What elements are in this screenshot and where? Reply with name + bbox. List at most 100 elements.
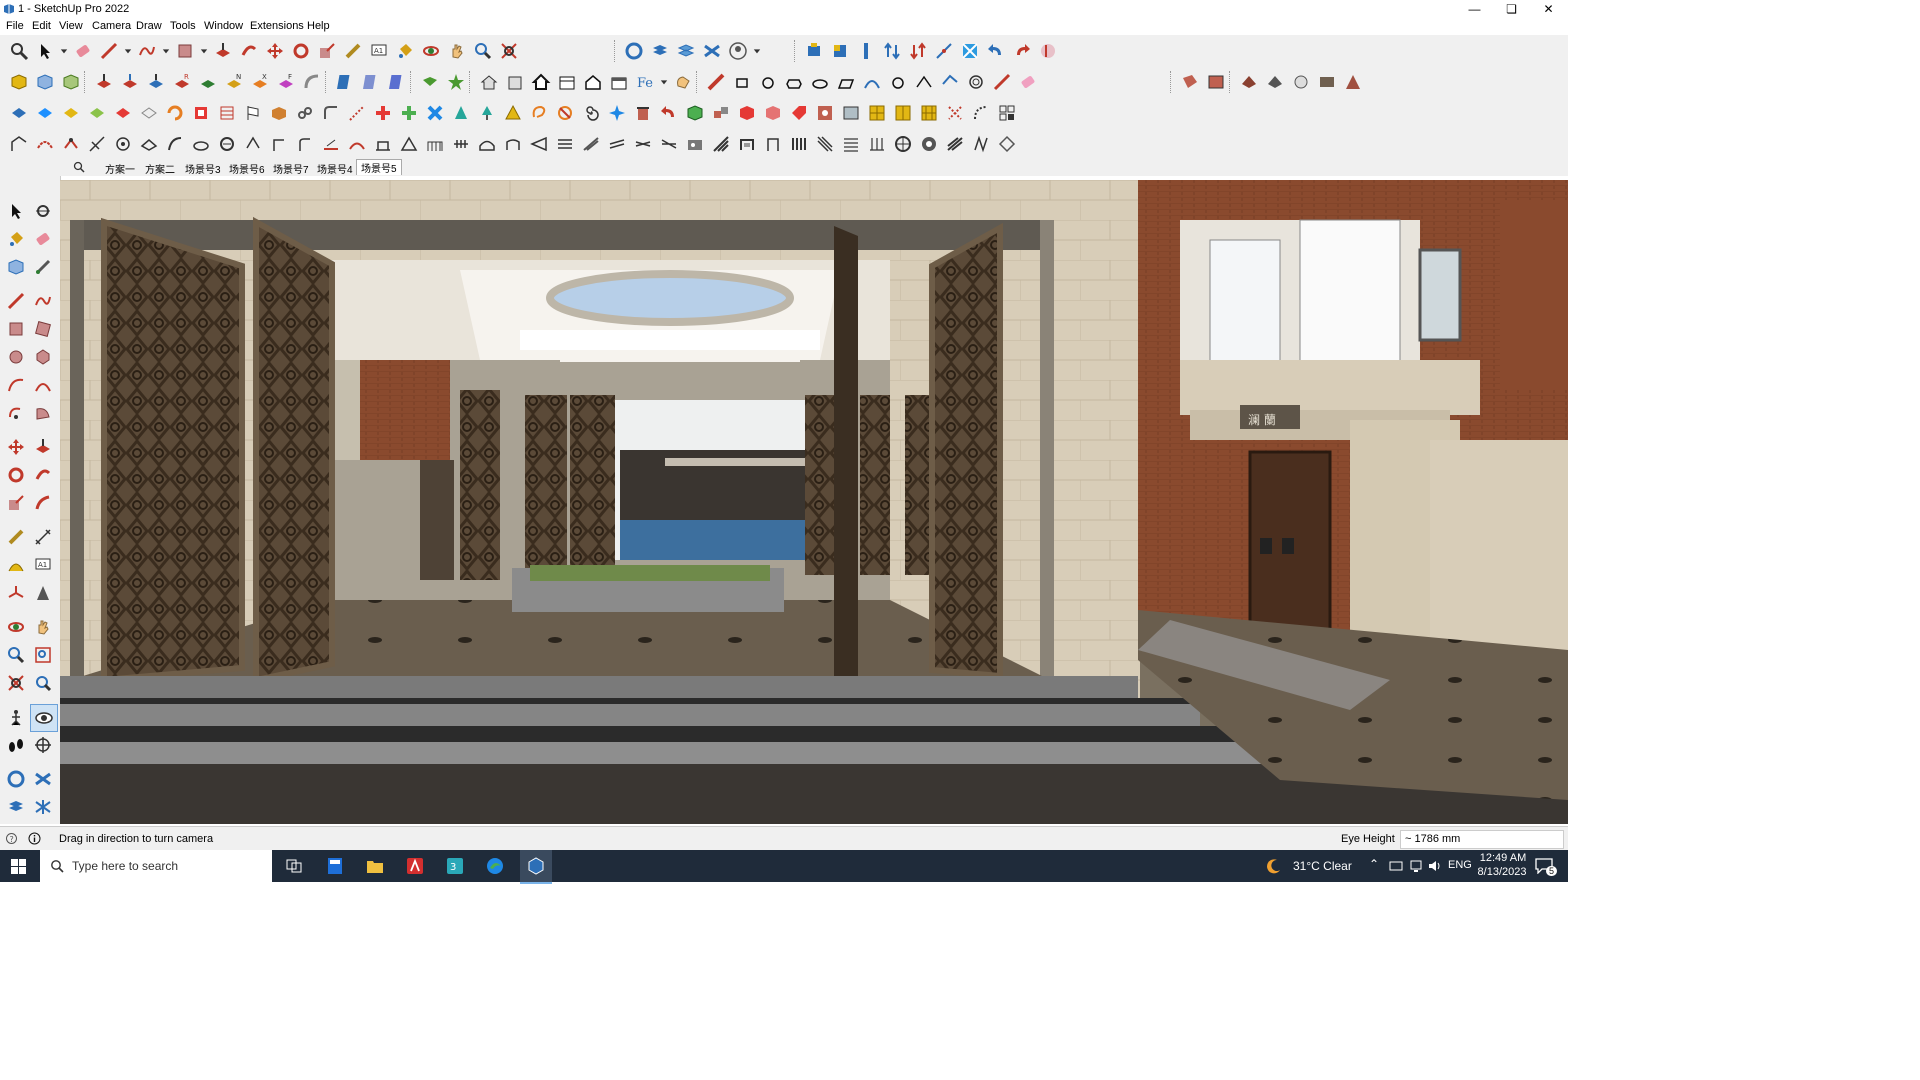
stack-tool-icon[interactable]: [853, 38, 879, 64]
material-b-icon[interactable]: [1203, 69, 1229, 95]
profile-1-icon[interactable]: [6, 131, 32, 157]
dropdown-arrow-icon[interactable]: [122, 38, 134, 64]
align-up-icon[interactable]: [879, 38, 905, 64]
face-cyan-icon[interactable]: [32, 100, 58, 126]
extension-push-r-icon[interactable]: R: [169, 69, 195, 95]
3d-text-icon[interactable]: [30, 580, 56, 606]
window-grid-a-icon[interactable]: [864, 100, 890, 126]
align-down-icon[interactable]: [905, 38, 931, 64]
rotate-icon[interactable]: [288, 38, 314, 64]
material-e-icon[interactable]: [1288, 69, 1314, 95]
square-red-icon[interactable]: [188, 100, 214, 126]
calculator-icon[interactable]: [327, 857, 343, 875]
profile-18-icon[interactable]: [448, 131, 474, 157]
sandbox-icon[interactable]: [621, 38, 647, 64]
section-plane-tool-icon[interactable]: [30, 732, 56, 758]
window-grid-b-icon[interactable]: [890, 100, 916, 126]
offset-circle-icon[interactable]: [963, 69, 989, 95]
spline-tool-icon[interactable]: [911, 69, 937, 95]
hand-tool-icon[interactable]: [670, 69, 696, 95]
font-tool-icon[interactable]: Fe: [632, 69, 658, 95]
select-tool-icon[interactable]: [32, 38, 58, 64]
shape-circle-icon[interactable]: [755, 69, 781, 95]
menu-window[interactable]: Window: [204, 20, 243, 32]
section-cut-icon[interactable]: [358, 69, 384, 95]
profile-5-icon[interactable]: [110, 131, 136, 157]
circle-tool-icon[interactable]: [3, 344, 29, 370]
maximize-button[interactable]: ❏: [1493, 0, 1530, 18]
top-view-icon[interactable]: [32, 69, 58, 95]
house-d-icon[interactable]: [554, 69, 580, 95]
extension-push-red-icon[interactable]: [117, 69, 143, 95]
house-c-icon[interactable]: [528, 69, 554, 95]
profile-9-icon[interactable]: [214, 131, 240, 157]
text-tool-icon[interactable]: A1: [366, 38, 392, 64]
offset-tool-icon[interactable]: [30, 490, 56, 516]
text-tool-icon[interactable]: A1: [30, 552, 56, 578]
move-tool-icon[interactable]: [3, 434, 29, 460]
dotted-line-icon[interactable]: [344, 100, 370, 126]
profile-6-icon[interactable]: [136, 131, 162, 157]
windows-start-icon[interactable]: [11, 859, 26, 874]
offset-blue-icon[interactable]: [937, 69, 963, 95]
scene-tab[interactable]: 场景号6: [229, 161, 265, 176]
cone-icon[interactable]: [448, 100, 474, 126]
clock-time[interactable]: 12:49 AM: [1478, 852, 1528, 864]
minimize-button[interactable]: —: [1456, 0, 1493, 18]
profile-35-icon[interactable]: [890, 131, 916, 157]
grid-icon[interactable]: [214, 100, 240, 126]
zoom-extents-icon[interactable]: [496, 38, 522, 64]
profile-7-icon[interactable]: [162, 131, 188, 157]
toolbar-grip[interactable]: [469, 70, 474, 93]
edge-browser-icon[interactable]: [486, 857, 504, 875]
flag-icon[interactable]: [240, 100, 266, 126]
fog-tool-icon[interactable]: [30, 766, 56, 792]
dropdown-arrow-icon[interactable]: [58, 38, 70, 64]
language-indicator[interactable]: ENG: [1448, 859, 1472, 871]
profile-39-icon[interactable]: [994, 131, 1020, 157]
orbit-tool-icon[interactable]: [3, 614, 29, 640]
material-f-icon[interactable]: [1314, 69, 1340, 95]
section-plane-icon[interactable]: [332, 69, 358, 95]
shadow-tool-icon[interactable]: [30, 794, 56, 820]
extension-move-icon[interactable]: [91, 69, 117, 95]
undo-icon[interactable]: [983, 38, 1009, 64]
toolbar-grip[interactable]: [325, 70, 330, 93]
scene-tab[interactable]: 场景号4: [317, 161, 353, 176]
plus-red-icon[interactable]: [370, 100, 396, 126]
scene-tab[interactable]: 场景号7: [273, 161, 309, 176]
arc-tool-icon[interactable]: [3, 372, 29, 398]
profile-25-icon[interactable]: [630, 131, 656, 157]
menu-help[interactable]: Help: [307, 20, 330, 32]
shape-parallelogram-icon[interactable]: [833, 69, 859, 95]
dropdown-arrow-icon[interactable]: [751, 38, 763, 64]
clock-date[interactable]: 8/13/2023: [1474, 866, 1530, 878]
measurement-box[interactable]: ~ 1786 mm: [1400, 830, 1564, 849]
tape-measure-icon[interactable]: [340, 38, 366, 64]
spiral-icon[interactable]: [578, 100, 604, 126]
line-tool-icon[interactable]: [3, 288, 29, 314]
pan-icon[interactable]: [444, 38, 470, 64]
shape-rect-icon[interactable]: [729, 69, 755, 95]
orbit-icon[interactable]: [418, 38, 444, 64]
profile-4-icon[interactable]: [84, 131, 110, 157]
profile-31-icon[interactable]: [786, 131, 812, 157]
x-blue-icon[interactable]: [422, 100, 448, 126]
face-red-icon[interactable]: [110, 100, 136, 126]
extension-push-f-icon[interactable]: F: [273, 69, 299, 95]
tag-tool-icon[interactable]: [3, 254, 29, 280]
chain-icon[interactable]: [292, 100, 318, 126]
face-blue-icon[interactable]: [6, 100, 32, 126]
compass-blue-icon[interactable]: [604, 100, 630, 126]
axis-tool-icon[interactable]: [931, 38, 957, 64]
profile-17-icon[interactable]: [422, 131, 448, 157]
axes-tool-icon[interactable]: [3, 580, 29, 606]
zoom-tool-icon[interactable]: [3, 642, 29, 668]
profile-20-icon[interactable]: [500, 131, 526, 157]
3d-warehouse-icon[interactable]: [827, 38, 853, 64]
pencil-line-icon[interactable]: [96, 38, 122, 64]
face-yellow-icon[interactable]: [58, 100, 84, 126]
fog-icon[interactable]: [699, 38, 725, 64]
profile-23-icon[interactable]: [578, 131, 604, 157]
scene-tab[interactable]: 方案一: [105, 161, 135, 176]
